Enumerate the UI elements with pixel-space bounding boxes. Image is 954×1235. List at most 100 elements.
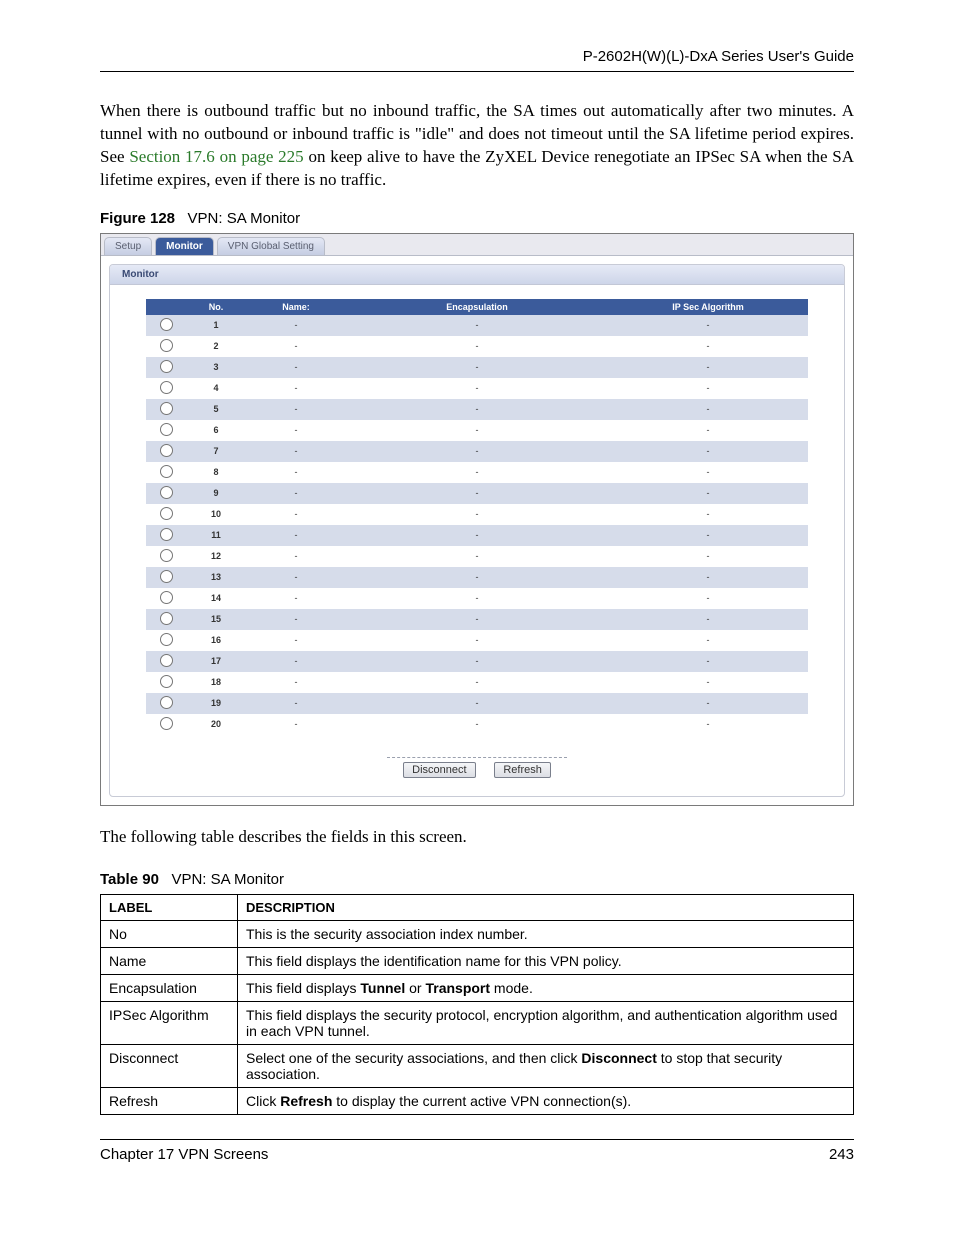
row-name: - bbox=[246, 357, 346, 378]
row-algo: - bbox=[608, 693, 808, 714]
row-select-radio[interactable] bbox=[160, 360, 173, 373]
row-encap: - bbox=[346, 378, 608, 399]
row-select-radio[interactable] bbox=[160, 654, 173, 667]
row-no: 20 bbox=[186, 714, 246, 735]
row-encap: - bbox=[346, 441, 608, 462]
row-algo: - bbox=[608, 567, 808, 588]
table-row: 19--- bbox=[146, 693, 808, 714]
table-row: 4--- bbox=[146, 378, 808, 399]
tab-monitor[interactable]: Monitor bbox=[155, 237, 214, 255]
desc-text: This field displays the security protoco… bbox=[238, 1001, 854, 1044]
desc-row: NameThis field displays the identificati… bbox=[101, 947, 854, 974]
row-no: 18 bbox=[186, 672, 246, 693]
sa-monitor-grid: No. Name: Encapsulation IP Sec Algorithm… bbox=[146, 299, 808, 735]
row-radio-cell bbox=[146, 420, 186, 441]
row-select-radio[interactable] bbox=[160, 318, 173, 331]
row-radio-cell bbox=[146, 483, 186, 504]
col-radio bbox=[146, 299, 186, 315]
row-select-radio[interactable] bbox=[160, 675, 173, 688]
row-select-radio[interactable] bbox=[160, 696, 173, 709]
row-encap: - bbox=[346, 630, 608, 651]
figure-caption: Figure 128 VPN: SA Monitor bbox=[100, 210, 854, 227]
row-encap: - bbox=[346, 357, 608, 378]
refresh-button[interactable]: Refresh bbox=[494, 762, 551, 778]
row-encap: - bbox=[346, 546, 608, 567]
row-algo: - bbox=[608, 546, 808, 567]
desc-text: This field displays Tunnel or Transport … bbox=[238, 974, 854, 1001]
figure-title: VPN: SA Monitor bbox=[188, 210, 301, 227]
row-select-radio[interactable] bbox=[160, 528, 173, 541]
row-name: - bbox=[246, 651, 346, 672]
row-encap: - bbox=[346, 315, 608, 336]
disconnect-button[interactable]: Disconnect bbox=[403, 762, 475, 778]
footer-rule bbox=[100, 1139, 854, 1140]
table-row: 2--- bbox=[146, 336, 808, 357]
row-select-radio[interactable] bbox=[160, 591, 173, 604]
table-row: 8--- bbox=[146, 462, 808, 483]
row-name: - bbox=[246, 588, 346, 609]
row-select-radio[interactable] bbox=[160, 486, 173, 499]
col-no: No. bbox=[186, 299, 246, 315]
row-radio-cell bbox=[146, 630, 186, 651]
row-name: - bbox=[246, 336, 346, 357]
desc-label: Disconnect bbox=[101, 1044, 238, 1087]
row-select-radio[interactable] bbox=[160, 465, 173, 478]
row-no: 10 bbox=[186, 504, 246, 525]
desc-label: Encapsulation bbox=[101, 974, 238, 1001]
row-radio-cell bbox=[146, 462, 186, 483]
row-encap: - bbox=[346, 714, 608, 735]
desc-row: EncapsulationThis field displays Tunnel … bbox=[101, 974, 854, 1001]
row-algo: - bbox=[608, 462, 808, 483]
row-algo: - bbox=[608, 441, 808, 462]
row-no: 5 bbox=[186, 399, 246, 420]
row-select-radio[interactable] bbox=[160, 612, 173, 625]
row-radio-cell bbox=[146, 525, 186, 546]
section-link[interactable]: Section 17.6 on page 225 bbox=[129, 147, 303, 166]
row-select-radio[interactable] bbox=[160, 549, 173, 562]
row-encap: - bbox=[346, 399, 608, 420]
desc-label: Refresh bbox=[101, 1087, 238, 1114]
row-algo: - bbox=[608, 609, 808, 630]
row-name: - bbox=[246, 609, 346, 630]
row-select-radio[interactable] bbox=[160, 339, 173, 352]
row-name: - bbox=[246, 546, 346, 567]
row-no: 1 bbox=[186, 315, 246, 336]
tab-vpn-global-setting[interactable]: VPN Global Setting bbox=[217, 237, 325, 255]
intro-paragraph: When there is outbound traffic but no in… bbox=[100, 100, 854, 192]
row-encap: - bbox=[346, 567, 608, 588]
row-select-radio[interactable] bbox=[160, 570, 173, 583]
col-algo: IP Sec Algorithm bbox=[608, 299, 808, 315]
row-select-radio[interactable] bbox=[160, 381, 173, 394]
table-row: 10--- bbox=[146, 504, 808, 525]
row-encap: - bbox=[346, 336, 608, 357]
row-radio-cell bbox=[146, 714, 186, 735]
row-select-radio[interactable] bbox=[160, 507, 173, 520]
row-name: - bbox=[246, 399, 346, 420]
row-select-radio[interactable] bbox=[160, 423, 173, 436]
row-select-radio[interactable] bbox=[160, 444, 173, 457]
row-radio-cell bbox=[146, 441, 186, 462]
row-select-radio[interactable] bbox=[160, 633, 173, 646]
row-algo: - bbox=[608, 672, 808, 693]
desc-head-label: LABEL bbox=[101, 894, 238, 920]
row-select-radio[interactable] bbox=[160, 402, 173, 415]
row-algo: - bbox=[608, 315, 808, 336]
row-no: 14 bbox=[186, 588, 246, 609]
row-radio-cell bbox=[146, 567, 186, 588]
row-select-radio[interactable] bbox=[160, 717, 173, 730]
row-encap: - bbox=[346, 483, 608, 504]
row-no: 9 bbox=[186, 483, 246, 504]
tab-setup[interactable]: Setup bbox=[104, 237, 152, 255]
table-row: 14--- bbox=[146, 588, 808, 609]
desc-row: IPSec AlgorithmThis field displays the s… bbox=[101, 1001, 854, 1044]
col-encap: Encapsulation bbox=[346, 299, 608, 315]
row-name: - bbox=[246, 630, 346, 651]
tab-bar: Setup Monitor VPN Global Setting bbox=[101, 234, 853, 255]
button-row: Disconnect Refresh bbox=[146, 757, 808, 778]
table-row: 12--- bbox=[146, 546, 808, 567]
row-encap: - bbox=[346, 525, 608, 546]
row-radio-cell bbox=[146, 504, 186, 525]
desc-row: RefreshClick Refresh to display the curr… bbox=[101, 1087, 854, 1114]
row-encap: - bbox=[346, 504, 608, 525]
table-row: 17--- bbox=[146, 651, 808, 672]
